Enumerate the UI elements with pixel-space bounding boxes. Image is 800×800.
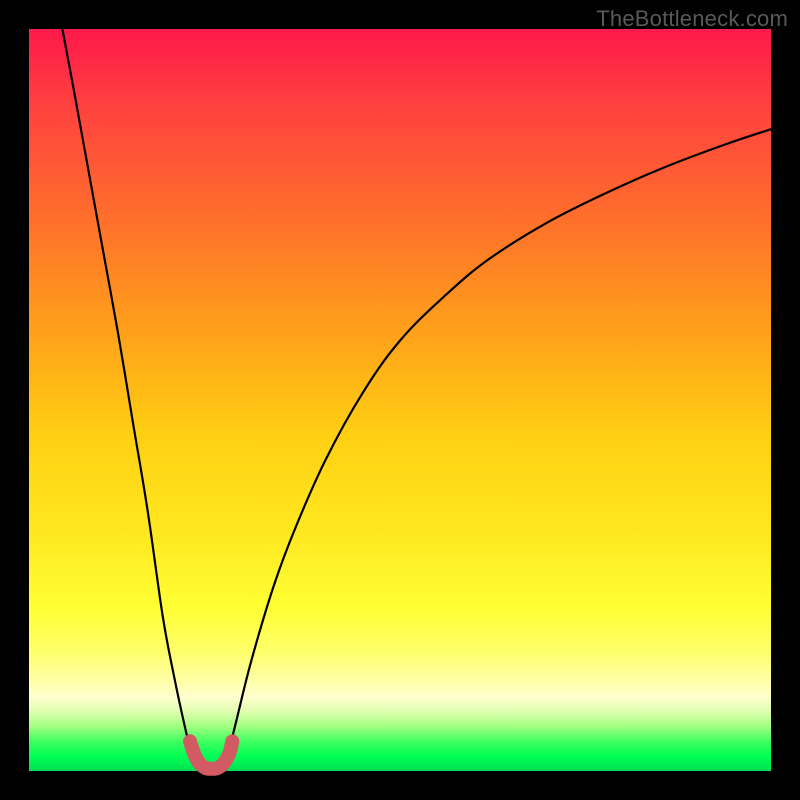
curve-left-branch	[62, 29, 198, 767]
bottom-u-marker	[190, 741, 232, 768]
watermark-text: TheBottleneck.com	[596, 6, 788, 32]
curve-right-branch	[223, 129, 771, 767]
plot-svg	[29, 29, 771, 771]
